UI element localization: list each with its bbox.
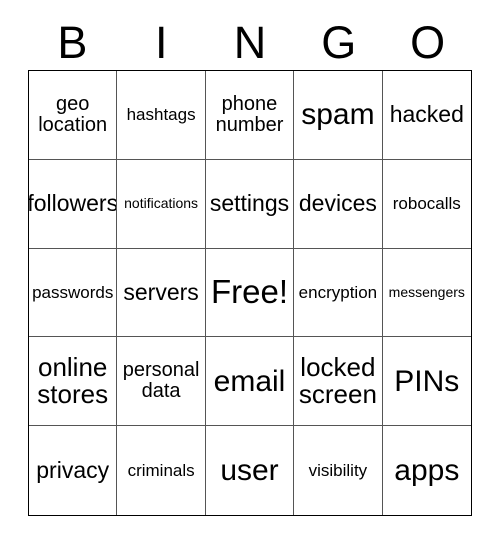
bingo-cell-label: phone number [215,93,284,136]
bingo-cell-label: messengers [388,284,465,301]
bingo-card: B I N G O geo location hashtags phone numb… [0,0,500,544]
bingo-cell-label: devices [298,189,377,216]
bingo-cell-label: followers [29,189,118,216]
bingo-cell-label: user [220,454,279,487]
bingo-cell-label: hacked [389,100,464,127]
bingo-cell[interactable]: privacy [29,426,118,515]
bingo-cell[interactable]: apps [383,426,471,515]
bingo-cell[interactable]: email [205,337,295,427]
bingo-cell[interactable]: encryption [294,248,383,338]
bingo-cell[interactable]: servers [117,248,206,338]
bingo-cell[interactable]: personal data [117,337,206,427]
header-letter-g: G [321,16,357,68]
header-letter-n: N [233,16,267,68]
bingo-cell-label: servers [123,278,199,305]
bingo-cell[interactable]: messengers [382,249,471,338]
bingo-cell-label: privacy [36,456,110,483]
bingo-cell-label: email [213,364,286,398]
bingo-cell-label: online stores [37,352,109,410]
bingo-cell-label: visibility [308,460,368,480]
bingo-cell[interactable]: visibility [294,426,383,515]
bingo-cell-free-space[interactable]: Free! [205,248,295,338]
bingo-cell[interactable]: user [206,426,295,515]
bingo-cell[interactable]: spam [294,71,383,160]
bingo-cell[interactable]: criminals [117,426,206,515]
bingo-cell-label: robocalls [392,193,461,213]
header-letter-b: B [57,16,88,68]
bingo-cell-label: passwords [32,282,114,302]
bingo-cell[interactable]: settings [205,159,295,249]
bingo-cell-label: hashtags [126,105,196,125]
bingo-cell[interactable]: geo location [29,71,118,160]
bingo-header: B I N G O [28,14,472,70]
bingo-cell[interactable]: notifications [117,159,206,249]
bingo-cell-label: spam [301,98,375,132]
bingo-grid: geo location hashtags phone number spam hack… [28,70,472,516]
bingo-cell-label: personal data [122,359,200,403]
bingo-cell-label: encryption [298,282,378,302]
bingo-cell-label: notifications [124,195,199,212]
header-letter-i: I [154,16,168,68]
bingo-cell[interactable]: online stores [29,337,118,427]
bingo-cell[interactable]: hashtags [117,71,206,160]
bingo-cell[interactable]: passwords [29,248,118,338]
bingo-cell[interactable]: followers [29,159,118,249]
bingo-cell[interactable]: locked screen [294,337,383,427]
bingo-cell[interactable]: phone number [205,71,295,160]
bingo-cell-label: Free! [210,273,288,311]
bingo-cell-label: apps [394,454,460,487]
bingo-cell[interactable]: robocalls [382,160,471,249]
bingo-cell-label: criminals [127,460,195,480]
bingo-cell-label: geo location [38,93,108,136]
header-letter-o: O [410,16,446,68]
bingo-cell-label: locked screen [298,352,377,410]
bingo-cell[interactable]: hacked [382,71,471,160]
bingo-cell[interactable]: devices [294,159,383,249]
bingo-cell-label: PINs [394,364,460,398]
bingo-cell-label: settings [209,189,290,216]
bingo-cell[interactable]: PINs [382,337,471,427]
